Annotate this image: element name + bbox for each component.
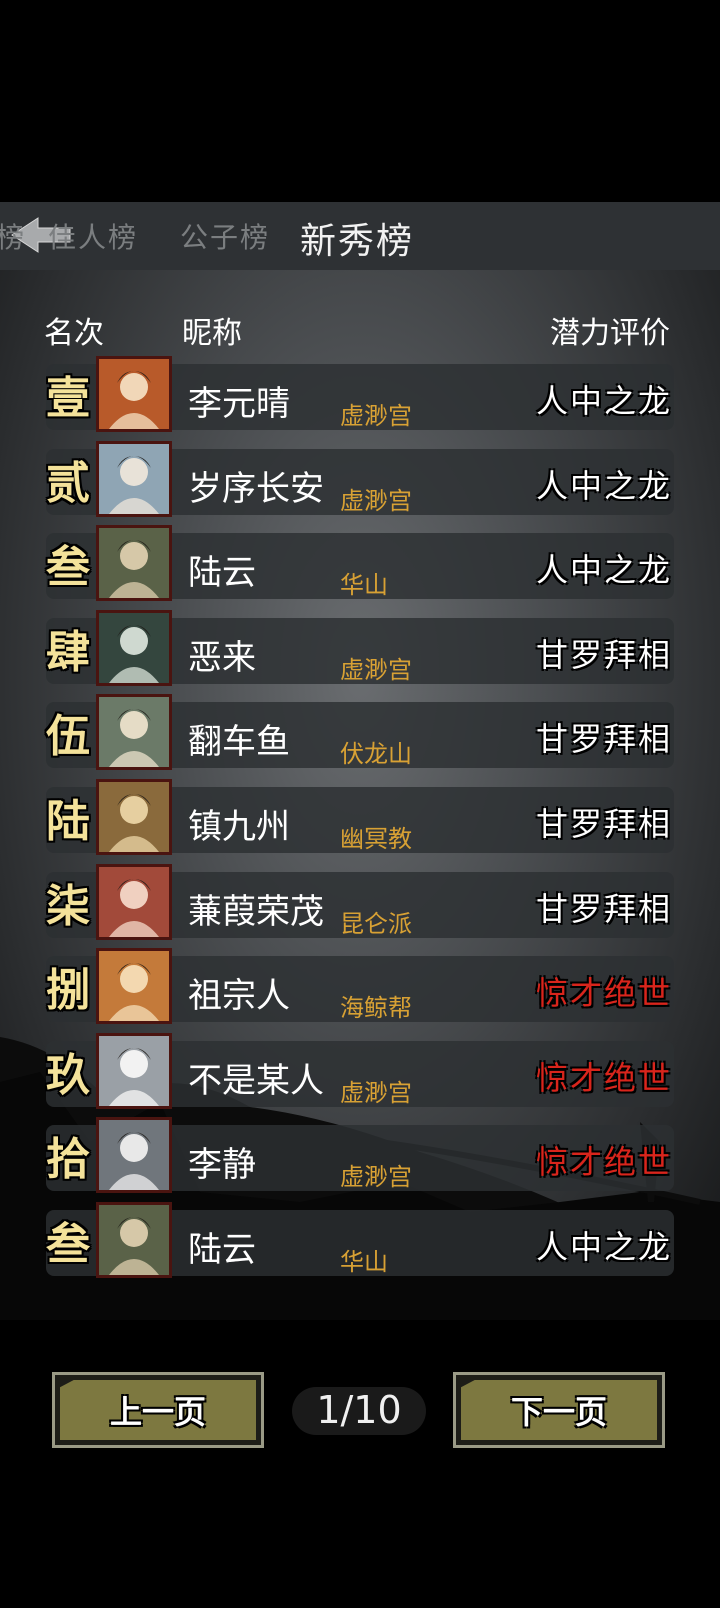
player-name: 恶来 [188,637,256,678]
player-name: 陆云 [188,553,256,594]
player-name: 李静 [188,1145,256,1186]
avatar[interactable] [96,525,172,602]
sect-name: 虚渺宫 [340,655,412,684]
header-potential: 潜力评价 [550,316,670,351]
potential-rating: 惊才绝世 [535,1143,672,1182]
rank-numeral: 捌 [46,965,90,1017]
player-name: 陆云 [188,1230,256,1270]
rank-numeral: 叁 [46,1219,90,1270]
rank-numeral: 拾 [46,1134,90,1186]
tab-gongzi[interactable]: 公子榜 [180,216,270,256]
rank-numeral: 贰 [46,457,90,509]
tab-jiaren[interactable]: 佳人榜 [48,216,138,256]
tab-prev-list[interactable]: 榜 [0,216,26,256]
player-name: 不是某人 [188,1060,324,1101]
sect-name: 华山 [340,571,388,600]
avatar[interactable] [96,356,172,432]
header-nickname: 昵称 [182,316,242,351]
potential-rating: 甘罗拜相 [535,635,672,674]
player-name: 蒹葭荣茂 [188,891,324,932]
sect-name: 华山 [340,1248,388,1276]
rank-numeral: 玖 [46,1049,90,1101]
ranking-tab-bar: 榜 佳人榜 公子榜 新秀榜 [0,202,720,270]
potential-rating: 人中之龙 [535,551,672,590]
potential-rating: 甘罗拜相 [535,720,672,759]
potential-rating: 惊才绝世 [535,1058,672,1097]
potential-rating: 人中之龙 [535,382,672,420]
potential-rating: 惊才绝世 [535,974,672,1013]
rank-numeral: 壹 [46,373,90,424]
rank-numeral: 肆 [46,626,90,678]
page-indicator: 1/10 [316,1388,402,1432]
prev-page-label: 上一页 [109,1393,206,1431]
sect-name: 海鲸帮 [340,994,412,1023]
avatar[interactable] [96,863,172,940]
player-name: 镇九州 [188,807,290,847]
rank-numeral: 柒 [46,880,90,932]
potential-rating: 人中之龙 [535,466,672,505]
header-rank: 名次 [44,316,104,351]
rank-numeral: 陆 [46,796,90,847]
rank-numeral: 伍 [46,711,90,763]
sect-name: 幽冥教 [340,825,412,853]
player-name: 岁序长安 [188,468,324,509]
player-name: 李元晴 [188,384,290,424]
avatar[interactable] [96,694,172,771]
sect-name: 伏龙山 [340,740,412,769]
tab-xinxiu[interactable]: 新秀榜 [300,212,414,264]
player-name: 翻车鱼 [188,722,290,763]
potential-rating: 甘罗拜相 [535,889,672,928]
avatar[interactable] [96,1117,172,1194]
potential-rating: 人中之龙 [535,1228,672,1266]
player-name: 祖宗人 [188,976,290,1017]
avatar[interactable] [96,440,172,517]
sect-name: 虚渺宫 [340,1163,412,1192]
avatar[interactable] [96,609,172,686]
sect-name: 昆仑派 [340,909,412,938]
avatar[interactable] [96,948,172,1025]
avatar[interactable] [96,1202,172,1278]
prev-page-button[interactable]: 上一页 [52,1372,264,1448]
next-page-button[interactable]: 下一页 [453,1372,665,1448]
rank-numeral: 叁 [46,542,90,594]
sect-name: 虚渺宫 [340,486,412,515]
sect-name: 虚渺宫 [340,402,412,430]
next-page-label: 下一页 [510,1393,607,1431]
sect-name: 虚渺宫 [340,1078,412,1107]
avatar[interactable] [96,1032,172,1109]
potential-rating: 甘罗拜相 [535,805,672,843]
avatar[interactable] [96,779,172,855]
